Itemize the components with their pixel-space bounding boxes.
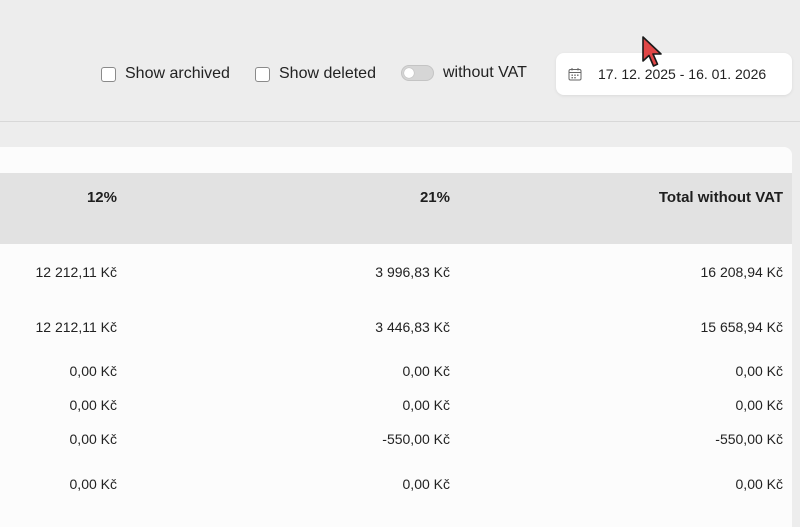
- cell-12-percent: 0,00 Kč: [69, 363, 117, 379]
- cell-12-percent: 0,00 Kč: [69, 431, 117, 447]
- column-header-21-percent[interactable]: 21%: [420, 189, 450, 206]
- date-range-picker[interactable]: 17. 12. 2025 - 16. 01. 2026: [556, 53, 792, 95]
- show-archived-label: Show archived: [125, 65, 230, 82]
- cell-21-percent: 0,00 Kč: [402, 363, 450, 379]
- cell-21-percent: 0,00 Kč: [402, 476, 450, 492]
- cell-21-percent: 3 446,83 Kč: [375, 319, 450, 335]
- cell-12-percent: 12 212,11 Kč: [35, 319, 117, 335]
- cell-21-percent: 3 996,83 Kč: [375, 264, 450, 280]
- without-vat-toggle[interactable]: [401, 65, 434, 81]
- table-header: 12% 21% Total without VAT: [0, 173, 792, 244]
- toolbar-divider: [0, 121, 800, 122]
- without-vat-filter[interactable]: without VAT: [401, 64, 527, 82]
- mouse-cursor-icon: [642, 36, 662, 67]
- cell-total-without-vat: -550,00 Kč: [715, 431, 783, 447]
- show-archived-filter[interactable]: Show archived: [101, 65, 230, 83]
- show-deleted-checkbox[interactable]: [255, 66, 270, 82]
- column-header-total-without-vat[interactable]: Total without VAT: [659, 189, 783, 206]
- cell-total-without-vat: 0,00 Kč: [735, 363, 783, 379]
- cell-total-without-vat: 15 658,94 Kč: [700, 319, 783, 335]
- cell-12-percent: 0,00 Kč: [69, 476, 117, 492]
- show-deleted-filter[interactable]: Show deleted: [255, 65, 376, 83]
- show-deleted-label: Show deleted: [279, 65, 376, 82]
- toggle-knob: [404, 68, 414, 78]
- cell-21-percent: 0,00 Kč: [402, 397, 450, 413]
- vat-summary-table: 12% 21% Total without VAT 12 212,11 Kč 3…: [0, 147, 792, 527]
- cell-total-without-vat: 16 208,94 Kč: [700, 264, 783, 280]
- cell-12-percent: 12 212,11 Kč: [35, 264, 117, 280]
- cell-21-percent: -550,00 Kč: [382, 431, 450, 447]
- cell-total-without-vat: 0,00 Kč: [735, 476, 783, 492]
- calendar-icon: [568, 68, 582, 81]
- column-header-12-percent[interactable]: 12%: [87, 189, 117, 206]
- show-archived-checkbox[interactable]: [101, 66, 116, 82]
- cell-total-without-vat: 0,00 Kč: [735, 397, 783, 413]
- toolbar: Show archived Show deleted without VAT 1…: [0, 0, 800, 121]
- without-vat-label: without VAT: [443, 64, 527, 81]
- cell-12-percent: 0,00 Kč: [69, 397, 117, 413]
- date-range-value: 17. 12. 2025 - 16. 01. 2026: [598, 66, 767, 82]
